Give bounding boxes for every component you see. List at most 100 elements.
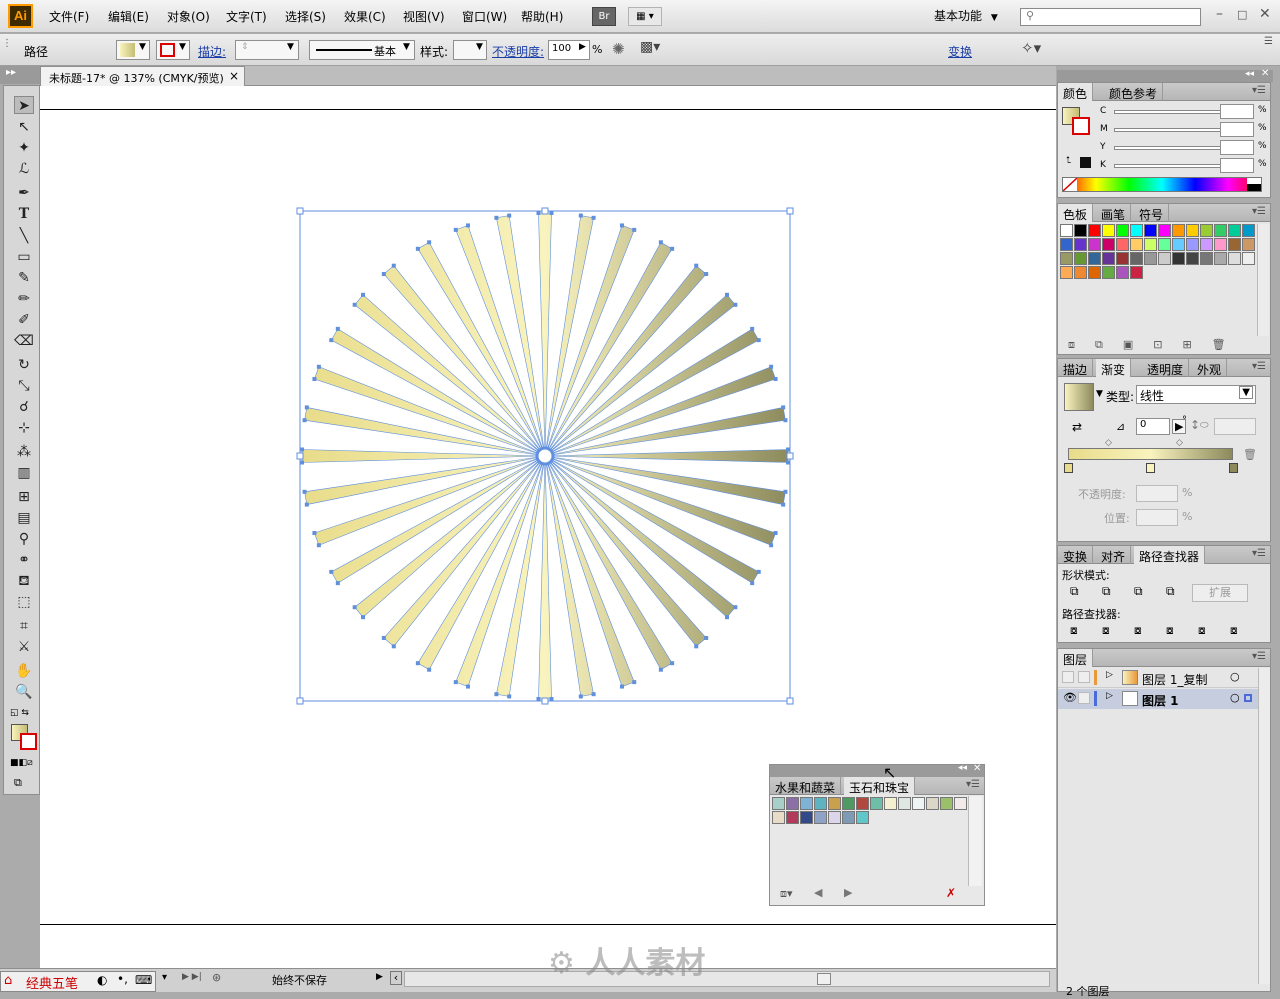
magic-wand-tool-icon[interactable]: ✦: [14, 139, 34, 157]
library-swatch[interactable]: [870, 797, 883, 810]
panel-menu-icon[interactable]: ▾☰: [1252, 361, 1266, 372]
previous-library-icon[interactable]: ◀: [814, 886, 822, 899]
tab-gradient[interactable]: 渐变: [1096, 359, 1132, 377]
anchor-point[interactable]: [302, 489, 307, 494]
swatch[interactable]: [1200, 252, 1213, 265]
bridge-button[interactable]: Br: [592, 7, 616, 26]
type-tool-icon[interactable]: T: [14, 205, 34, 223]
swatch[interactable]: [1116, 224, 1129, 237]
punctuation-icon[interactable]: •,: [117, 972, 128, 986]
gradient-stop-mid[interactable]: [1146, 463, 1155, 473]
swatch[interactable]: [1200, 238, 1213, 251]
warp-tool-icon[interactable]: ☌: [14, 398, 34, 416]
collapse-icon[interactable]: ◂◂: [958, 763, 967, 773]
channel-y-slider[interactable]: [1114, 146, 1230, 150]
anchor-point[interactable]: [312, 376, 317, 381]
panel-menu-icon[interactable]: ▾☰: [1252, 548, 1266, 559]
zoom-tool-icon[interactable]: 🔍: [14, 683, 34, 701]
anchor-point[interactable]: [304, 405, 309, 410]
anchor-point[interactable]: [465, 684, 470, 689]
gradient-tool-icon[interactable]: ▤: [14, 509, 34, 527]
gradient-type-select[interactable]: 线性 ▼: [1136, 385, 1256, 404]
channel-y-field[interactable]: [1220, 140, 1254, 155]
anchor-point[interactable]: [750, 326, 755, 331]
anchor-point[interactable]: [494, 215, 499, 220]
angle-field[interactable]: 0: [1136, 418, 1170, 435]
color-mode-icons[interactable]: ■◧⧄: [10, 758, 33, 768]
lock-toggle[interactable]: [1078, 692, 1090, 704]
anchor-point[interactable]: [750, 581, 755, 586]
swatches-scrollbar[interactable]: [1257, 224, 1269, 336]
channel-k-slider[interactable]: [1114, 164, 1230, 168]
free-transform-tool-icon[interactable]: ⊹: [14, 419, 34, 437]
anchor-point[interactable]: [453, 227, 458, 232]
stroke-color-icon[interactable]: [1072, 117, 1090, 135]
swatch[interactable]: [1130, 224, 1143, 237]
direct-selection-tool-icon[interactable]: ↖: [14, 118, 34, 136]
anchor-point[interactable]: [704, 635, 709, 640]
swatch[interactable]: [1116, 266, 1129, 279]
anchor-point[interactable]: [381, 272, 386, 277]
swatch[interactable]: [1144, 252, 1157, 265]
anchor-point[interactable]: [329, 569, 334, 574]
panel-menu-icon[interactable]: ▾☰: [1252, 651, 1266, 662]
handle-top-left[interactable]: [296, 207, 304, 215]
panel-menu-icon[interactable]: ▾☰: [1252, 85, 1266, 96]
anchor-point[interactable]: [300, 460, 304, 465]
visibility-toggle[interactable]: [1062, 671, 1074, 683]
swatch[interactable]: [1214, 224, 1227, 237]
sunburst-ray[interactable]: [545, 449, 788, 463]
swatch[interactable]: [1116, 252, 1129, 265]
library-menu-icon[interactable]: ⧈▾: [780, 887, 793, 901]
collapse-icon[interactable]: ▸▸: [6, 67, 16, 78]
expand-triangle-icon[interactable]: ▷: [1106, 670, 1113, 680]
close-icon[interactable]: ✕: [1261, 68, 1269, 79]
menu-help[interactable]: 帮助(H): [521, 8, 563, 25]
layer-row[interactable]: 👁 ▷ 图层 1 ○: [1058, 689, 1258, 709]
tab-transform[interactable]: 变换: [1058, 546, 1094, 564]
eyedropper-tool-icon[interactable]: ⚲: [14, 530, 34, 548]
anchor-point[interactable]: [620, 223, 625, 228]
sunburst-ray[interactable]: [538, 213, 552, 456]
swatch[interactable]: [1158, 252, 1171, 265]
channel-m-slider[interactable]: [1114, 128, 1230, 132]
anchor-point[interactable]: [724, 292, 729, 297]
library-swatch[interactable]: [786, 797, 799, 810]
tab-color[interactable]: 颜色: [1058, 83, 1094, 101]
anchor-point[interactable]: [769, 364, 774, 369]
maximize-icon[interactable]: □: [1237, 8, 1247, 21]
paintbrush-tool-icon[interactable]: ✎: [14, 269, 34, 287]
library-swatch[interactable]: [800, 811, 813, 824]
menu-object[interactable]: 对象(O): [167, 8, 210, 25]
anchor-point[interactable]: [304, 502, 309, 507]
anchor-point[interactable]: [536, 211, 541, 215]
anchor-point[interactable]: [670, 661, 675, 666]
library-swatch[interactable]: [772, 811, 785, 824]
swatch[interactable]: [1102, 224, 1115, 237]
anchor-point[interactable]: [352, 605, 357, 610]
save-status[interactable]: 始终不保存: [272, 972, 327, 988]
tab-jade-jewels[interactable]: 玉石和珠宝: [844, 777, 916, 795]
anchor-point[interactable]: [335, 326, 340, 331]
anchor-point[interactable]: [620, 684, 625, 689]
stroke-label[interactable]: 描边:: [198, 43, 226, 60]
swatch[interactable]: [1130, 238, 1143, 251]
library-swatch[interactable]: [842, 811, 855, 824]
anchor-point[interactable]: [415, 661, 420, 666]
stroke-weight-field[interactable]: ⇕ ▼: [235, 40, 299, 60]
handle-bottom-left[interactable]: [296, 697, 304, 705]
library-swatch[interactable]: [828, 811, 841, 824]
gradient-stop-right[interactable]: [1229, 463, 1238, 473]
library-swatch[interactable]: [814, 797, 827, 810]
unite-icon[interactable]: ⧉: [1070, 584, 1079, 599]
selection-tool-icon[interactable]: ➤: [14, 96, 34, 114]
close-icon[interactable]: ✕: [973, 763, 981, 774]
swatch[interactable]: [1060, 252, 1073, 265]
scroll-left-icon[interactable]: ‹: [390, 971, 402, 985]
swatch[interactable]: [1102, 238, 1115, 251]
collapse-icon[interactable]: ◂◂: [1245, 69, 1254, 79]
anchor-point[interactable]: [783, 489, 788, 494]
layer-name[interactable]: 图层 1: [1142, 692, 1179, 709]
search-input[interactable]: ⚲: [1020, 8, 1201, 26]
swatch[interactable]: [1060, 224, 1073, 237]
